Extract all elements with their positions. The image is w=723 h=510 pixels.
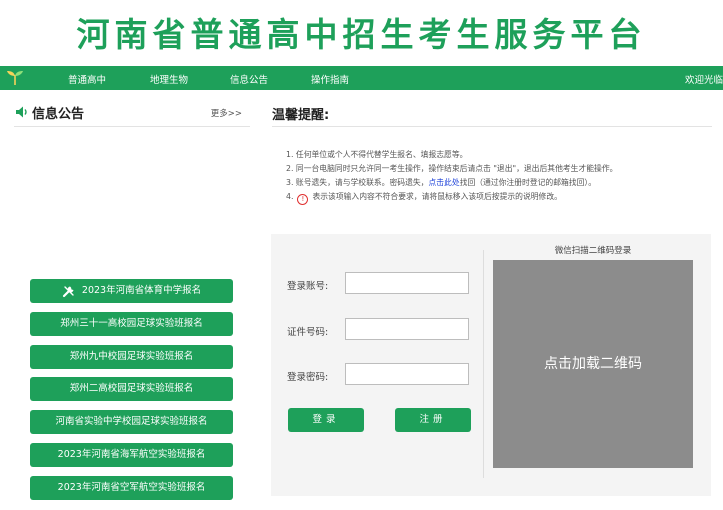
sports-school-registration-button[interactable]: 2023年河南省体育中学报名 (30, 279, 233, 303)
welcome-text: 欢迎光临 (684, 75, 723, 86)
nav-item-high-school[interactable]: 普通高中 (68, 72, 106, 86)
tools-icon (62, 285, 74, 297)
password-label: 登录密码: (287, 372, 329, 383)
panel-divider (483, 250, 484, 478)
account-label: 登录账号: (287, 281, 329, 292)
tip-item: 1. 任何单位或个人不得代替学生报名、填报志愿等。 (286, 150, 468, 159)
tip-item: 3. 账号遗失，请与学校联系。密码遗失，点击此处找回（通过你注册时登记的邮箱找回… (286, 176, 716, 190)
tips-list: 1. 任何单位或个人不得代替学生报名、填报志愿等。 2. 同一台电脑同时只允许同… (286, 148, 716, 205)
top-nav: 普通高中 地理生物 信息公告 操作指南 欢迎光临 (0, 66, 723, 90)
henan-experimental-football-registration-button[interactable]: 河南省实验中学校园足球实验班报名 (30, 410, 233, 435)
page: 河南省普通高中招生考生服务平台 普通高中 地理生物 信息公告 操作指南 欢迎光临… (0, 0, 723, 510)
nav-item-notices[interactable]: 信息公告 (230, 72, 268, 86)
zz2-football-registration-button[interactable]: 郑州二高校园足球实验班报名 (30, 377, 233, 402)
more-link[interactable]: 更多>> (211, 107, 242, 119)
id-number-input[interactable] (345, 318, 469, 340)
id-number-label: 证件号码: (287, 327, 329, 338)
tip-text: 找回（通过你注册时登记的邮箱找回）。 (459, 178, 597, 187)
zz31-football-registration-button[interactable]: 郑州三十一高校园足球实验班报名 (30, 311, 233, 336)
recover-password-link[interactable]: 点击此处 (428, 178, 459, 187)
account-input[interactable] (345, 272, 469, 294)
password-input[interactable] (345, 363, 469, 385)
notice-title: 信息公告 (32, 107, 85, 122)
tip-text: 4. (286, 192, 294, 201)
qr-code-area[interactable]: 点击加载二维码 (493, 260, 693, 468)
nav-item-guide[interactable]: 操作指南 (311, 72, 349, 86)
login-panel: 登录账号: 证件号码: 登录密码: 登录 注册 微信扫描二维码登录 点击加载二维… (271, 234, 711, 496)
login-button[interactable]: 登录 (288, 408, 364, 432)
warning-icon: ! (297, 194, 309, 205)
site-title: 河南省普通高中招生考生服务平台 (76, 15, 647, 54)
qr-title: 微信扫描二维码登录 (554, 246, 632, 256)
tip-text: 3. 账号遗失，请与学校联系。密码遗失， (286, 178, 429, 187)
register-button[interactable]: 注册 (395, 408, 471, 432)
registration-list: 2023年河南省体育中学报名 郑州三十一高校园足球实验班报名 郑州九中校园足球实… (30, 279, 233, 509)
notice-header: 信息公告 更多>> (14, 103, 250, 127)
tip-item: 2. 同一台电脑同时只允许同一考生操作，操作结束后请点击 "退出"，退出后其他考… (286, 164, 618, 173)
nav-item-geo-bio[interactable]: 地理生物 (150, 72, 188, 86)
zz9-football-registration-button[interactable]: 郑州九中校园足球实验班报名 (30, 344, 233, 369)
registration-label: 2023年河南省体育中学报名 (81, 285, 202, 296)
airforce-aviation-registration-button[interactable]: 2023年河南省空军航空实验班报名 (30, 475, 233, 500)
speaker-icon (16, 106, 27, 118)
tips-divider (272, 126, 712, 127)
navy-aviation-registration-button[interactable]: 2023年河南省海军航空实验班报名 (30, 442, 233, 467)
tips-title: 温馨提醒: (272, 108, 330, 123)
tip-text: 表示该项输入内容不符合要求，请将鼠标移入该项后按提示的说明修改。 (312, 192, 562, 201)
tip-item: 4.! 表示该项输入内容不符合要求，请将鼠标移入该项后按提示的说明修改。 (286, 190, 716, 205)
leaf-logo-icon (7, 71, 23, 85)
notice-divider (14, 126, 250, 127)
